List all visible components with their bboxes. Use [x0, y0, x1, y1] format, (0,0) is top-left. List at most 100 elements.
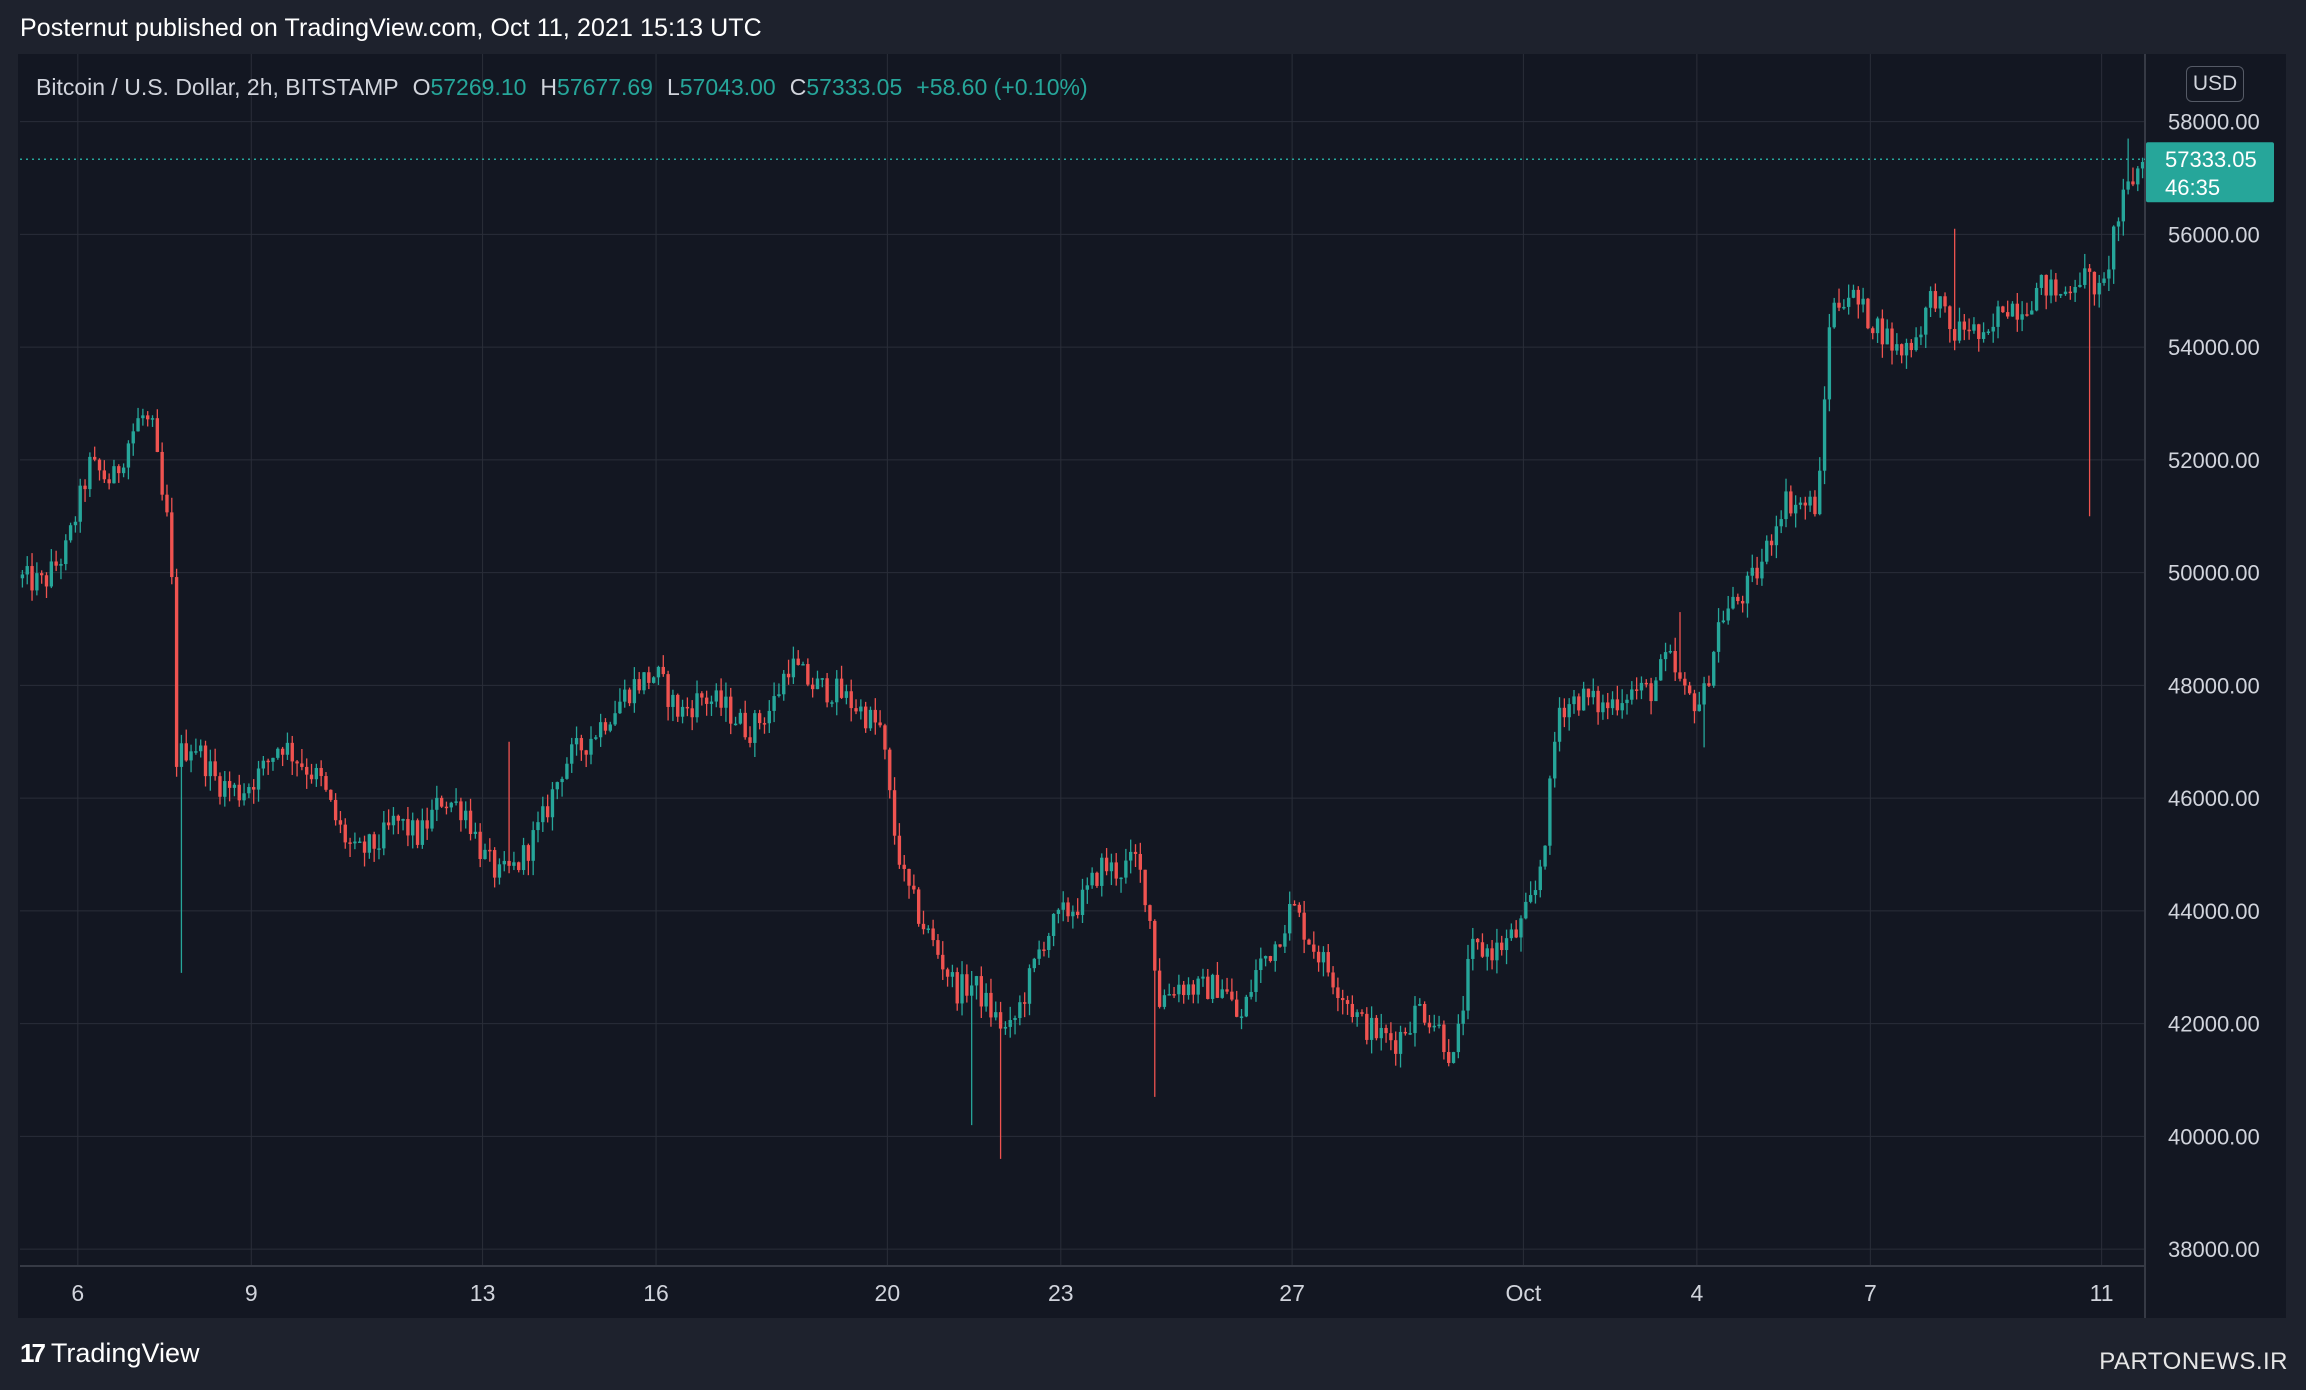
candle-body [208, 761, 213, 777]
candle-body [1297, 904, 1302, 913]
price-tick-label: 52000.00 [2168, 448, 2260, 473]
candle-body [1143, 869, 1147, 906]
candle-body [1548, 778, 1552, 846]
candle-body [507, 860, 511, 866]
candle-body [488, 849, 492, 852]
candle-body [223, 781, 227, 797]
candle-body [102, 470, 107, 480]
candle-body [810, 684, 815, 690]
candle-body [1596, 690, 1600, 713]
candle-body [647, 672, 651, 683]
candle-body [1273, 944, 1277, 961]
candle-body [1341, 998, 1345, 1001]
candle-body [704, 697, 709, 704]
candle-body [261, 760, 266, 769]
candle-body [1957, 321, 1962, 341]
candle-body [1427, 1022, 1432, 1028]
high-label: H [540, 74, 558, 100]
candle-body [1553, 741, 1557, 779]
candle-body [1765, 540, 1769, 562]
candle-body [1225, 989, 1229, 992]
candle-body [2025, 314, 2029, 316]
candle-body [1740, 601, 1745, 604]
candle-body [772, 696, 776, 711]
candle-body [738, 712, 743, 724]
candle-body [83, 485, 87, 490]
candle-body [782, 673, 786, 695]
candle-body [88, 456, 92, 490]
candle-body [300, 763, 304, 767]
candle-body [1032, 958, 1037, 969]
candle-body [449, 802, 453, 808]
candle-body [1649, 683, 1653, 702]
candle-body [651, 677, 656, 683]
candle-body [468, 810, 473, 835]
candle-body [714, 690, 718, 702]
candle-body [1697, 704, 1701, 712]
candle-body [1278, 944, 1282, 947]
candle-body [2015, 303, 2019, 320]
candle-body [1962, 321, 1966, 330]
candle-body [1663, 652, 1668, 660]
candle-body [1379, 1027, 1383, 1039]
candle-body [39, 573, 44, 576]
candle-body [1249, 992, 1253, 997]
candle-body [271, 757, 275, 762]
candle-body [1206, 976, 1210, 999]
candle-body [324, 776, 328, 790]
candle-body [1562, 707, 1567, 718]
candle-body [1581, 688, 1586, 711]
candle-body [1813, 496, 1817, 515]
candle-body [1292, 904, 1297, 906]
candle-body [1692, 693, 1697, 712]
candle-body [179, 743, 184, 767]
candle-body [1928, 291, 1933, 308]
candle-body [1051, 913, 1056, 936]
candle-body [1524, 901, 1528, 919]
candle-body [1798, 502, 1803, 505]
candle-body [2092, 271, 2097, 295]
candle-body [1162, 995, 1167, 1007]
candle-body [1018, 1002, 1022, 1018]
candle-body [2068, 291, 2072, 294]
candle-body [719, 690, 723, 708]
candle-body [536, 822, 540, 831]
candle-body [1133, 851, 1138, 854]
candle-body [1422, 1003, 1427, 1023]
candle-body [642, 672, 646, 691]
candle-body [502, 860, 506, 865]
candle-body [1827, 327, 1832, 400]
candle-body [1172, 994, 1176, 996]
candle-body [1948, 306, 1952, 330]
candle-body [979, 976, 983, 1007]
candle-body [868, 709, 873, 729]
candle-body [2126, 181, 2130, 190]
candle-body [916, 889, 921, 924]
candle-body [1880, 318, 1885, 345]
currency-button[interactable]: USD [2186, 66, 2244, 102]
candle-body [1167, 994, 1171, 996]
candle-body [1186, 984, 1191, 996]
candle-body [401, 819, 405, 821]
candle-body [199, 745, 203, 752]
candle-body [1104, 857, 1109, 872]
candle-body [1312, 944, 1316, 952]
candle-body [1475, 938, 1480, 943]
candle-body [1447, 1052, 1451, 1063]
candle-body [637, 679, 641, 691]
candle-body [1769, 540, 1774, 546]
candle-body [676, 694, 680, 717]
candle-body [1981, 332, 1986, 339]
candle-body [753, 713, 757, 743]
chart-panel[interactable]: 38000.00 40000.00 42000.00 44000.00 46000.00… [18, 54, 2286, 1318]
candle-body [555, 782, 559, 790]
time-tick-label: Oct [1506, 1280, 1542, 1306]
candle-body [266, 760, 270, 763]
candle-body [512, 862, 516, 866]
candle-body [994, 1012, 998, 1018]
candle-body [1037, 949, 1041, 959]
tradingview-logo[interactable]: 17 TradingView [20, 1338, 200, 1369]
price-tick-label: 40000.00 [2168, 1124, 2260, 1149]
candle-body [695, 693, 699, 718]
candlestick-chart[interactable]: 38000.00 40000.00 42000.00 44000.00 46000.00… [18, 54, 2286, 1318]
